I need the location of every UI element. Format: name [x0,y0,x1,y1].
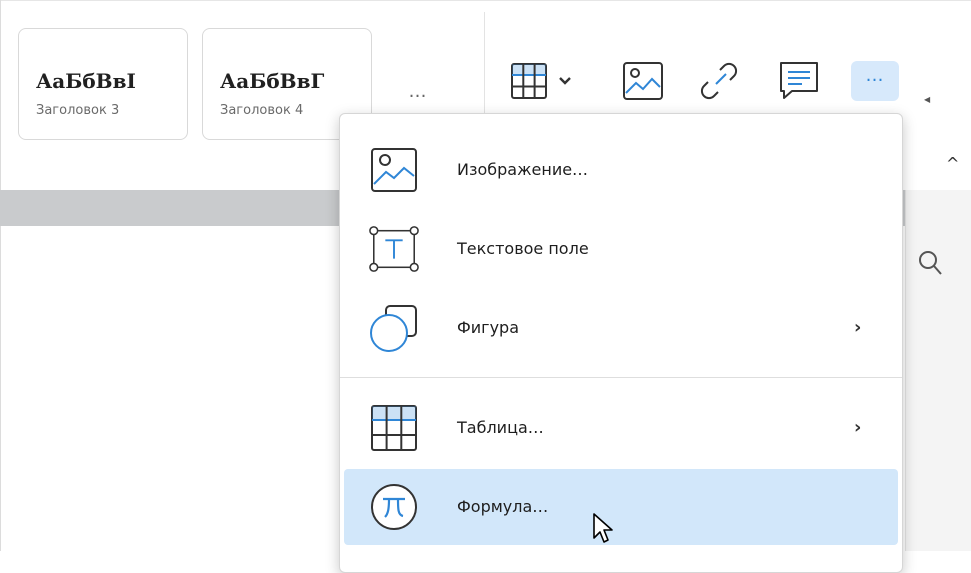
comment-icon [780,62,818,99]
style-sample-text: АаБбВвГ [220,69,325,93]
formula-icon [368,483,420,531]
insert-dropdown-menu: Изображение… Текстовое поле Фигура › Таб… [339,113,903,573]
menu-item-label: Формула… [457,497,549,516]
chevron-down-icon [559,77,571,85]
menu-item-label: Фигура [457,318,520,337]
style-caption: Заголовок 4 [220,103,304,118]
shape-icon [368,304,420,352]
insert-link-button[interactable] [696,58,742,104]
insert-table-button[interactable] [506,58,552,104]
submenu-chevron-icon: › [854,317,862,338]
style-caption: Заголовок 3 [36,103,120,118]
submenu-chevron-icon: › [854,417,862,438]
style-heading-3[interactable]: АаБбВвI Заголовок 3 [18,28,188,140]
more-insert-button[interactable]: … [851,61,899,101]
menu-item-shape[interactable]: Фигура › [344,290,898,366]
text-box-icon [368,225,420,273]
window-left-border [0,0,1,551]
collapse-toolbar-button[interactable]: ^ [946,154,959,173]
toolbar-divider [484,12,485,122]
insert-image-button[interactable] [620,58,666,104]
table-icon [511,63,547,99]
image-icon [368,146,420,194]
menu-item-text-box[interactable]: Текстовое поле [344,211,898,287]
menu-item-table[interactable]: Таблица… › [344,390,898,466]
right-side-panel [905,190,971,551]
table-icon [368,404,420,452]
menu-item-image[interactable]: Изображение… [344,132,898,208]
more-styles-button[interactable]: … [388,83,448,106]
mouse-cursor-icon [592,512,616,550]
search-icon[interactable] [917,249,943,281]
menu-separator [340,377,902,378]
link-icon [700,62,738,100]
menu-item-label: Таблица… [457,418,544,437]
table-dropdown-button[interactable] [554,58,576,104]
style-sample-text: АаБбВвI [36,69,136,93]
menu-item-label: Текстовое поле [457,239,589,258]
window-top-border [0,0,971,1]
image-icon [623,62,663,100]
menu-item-formula[interactable]: Формула… [344,469,898,545]
menu-item-label: Изображение… [457,160,589,179]
insert-comment-button[interactable] [776,58,822,104]
scroll-arrow-icon[interactable]: ◀ [924,95,930,104]
